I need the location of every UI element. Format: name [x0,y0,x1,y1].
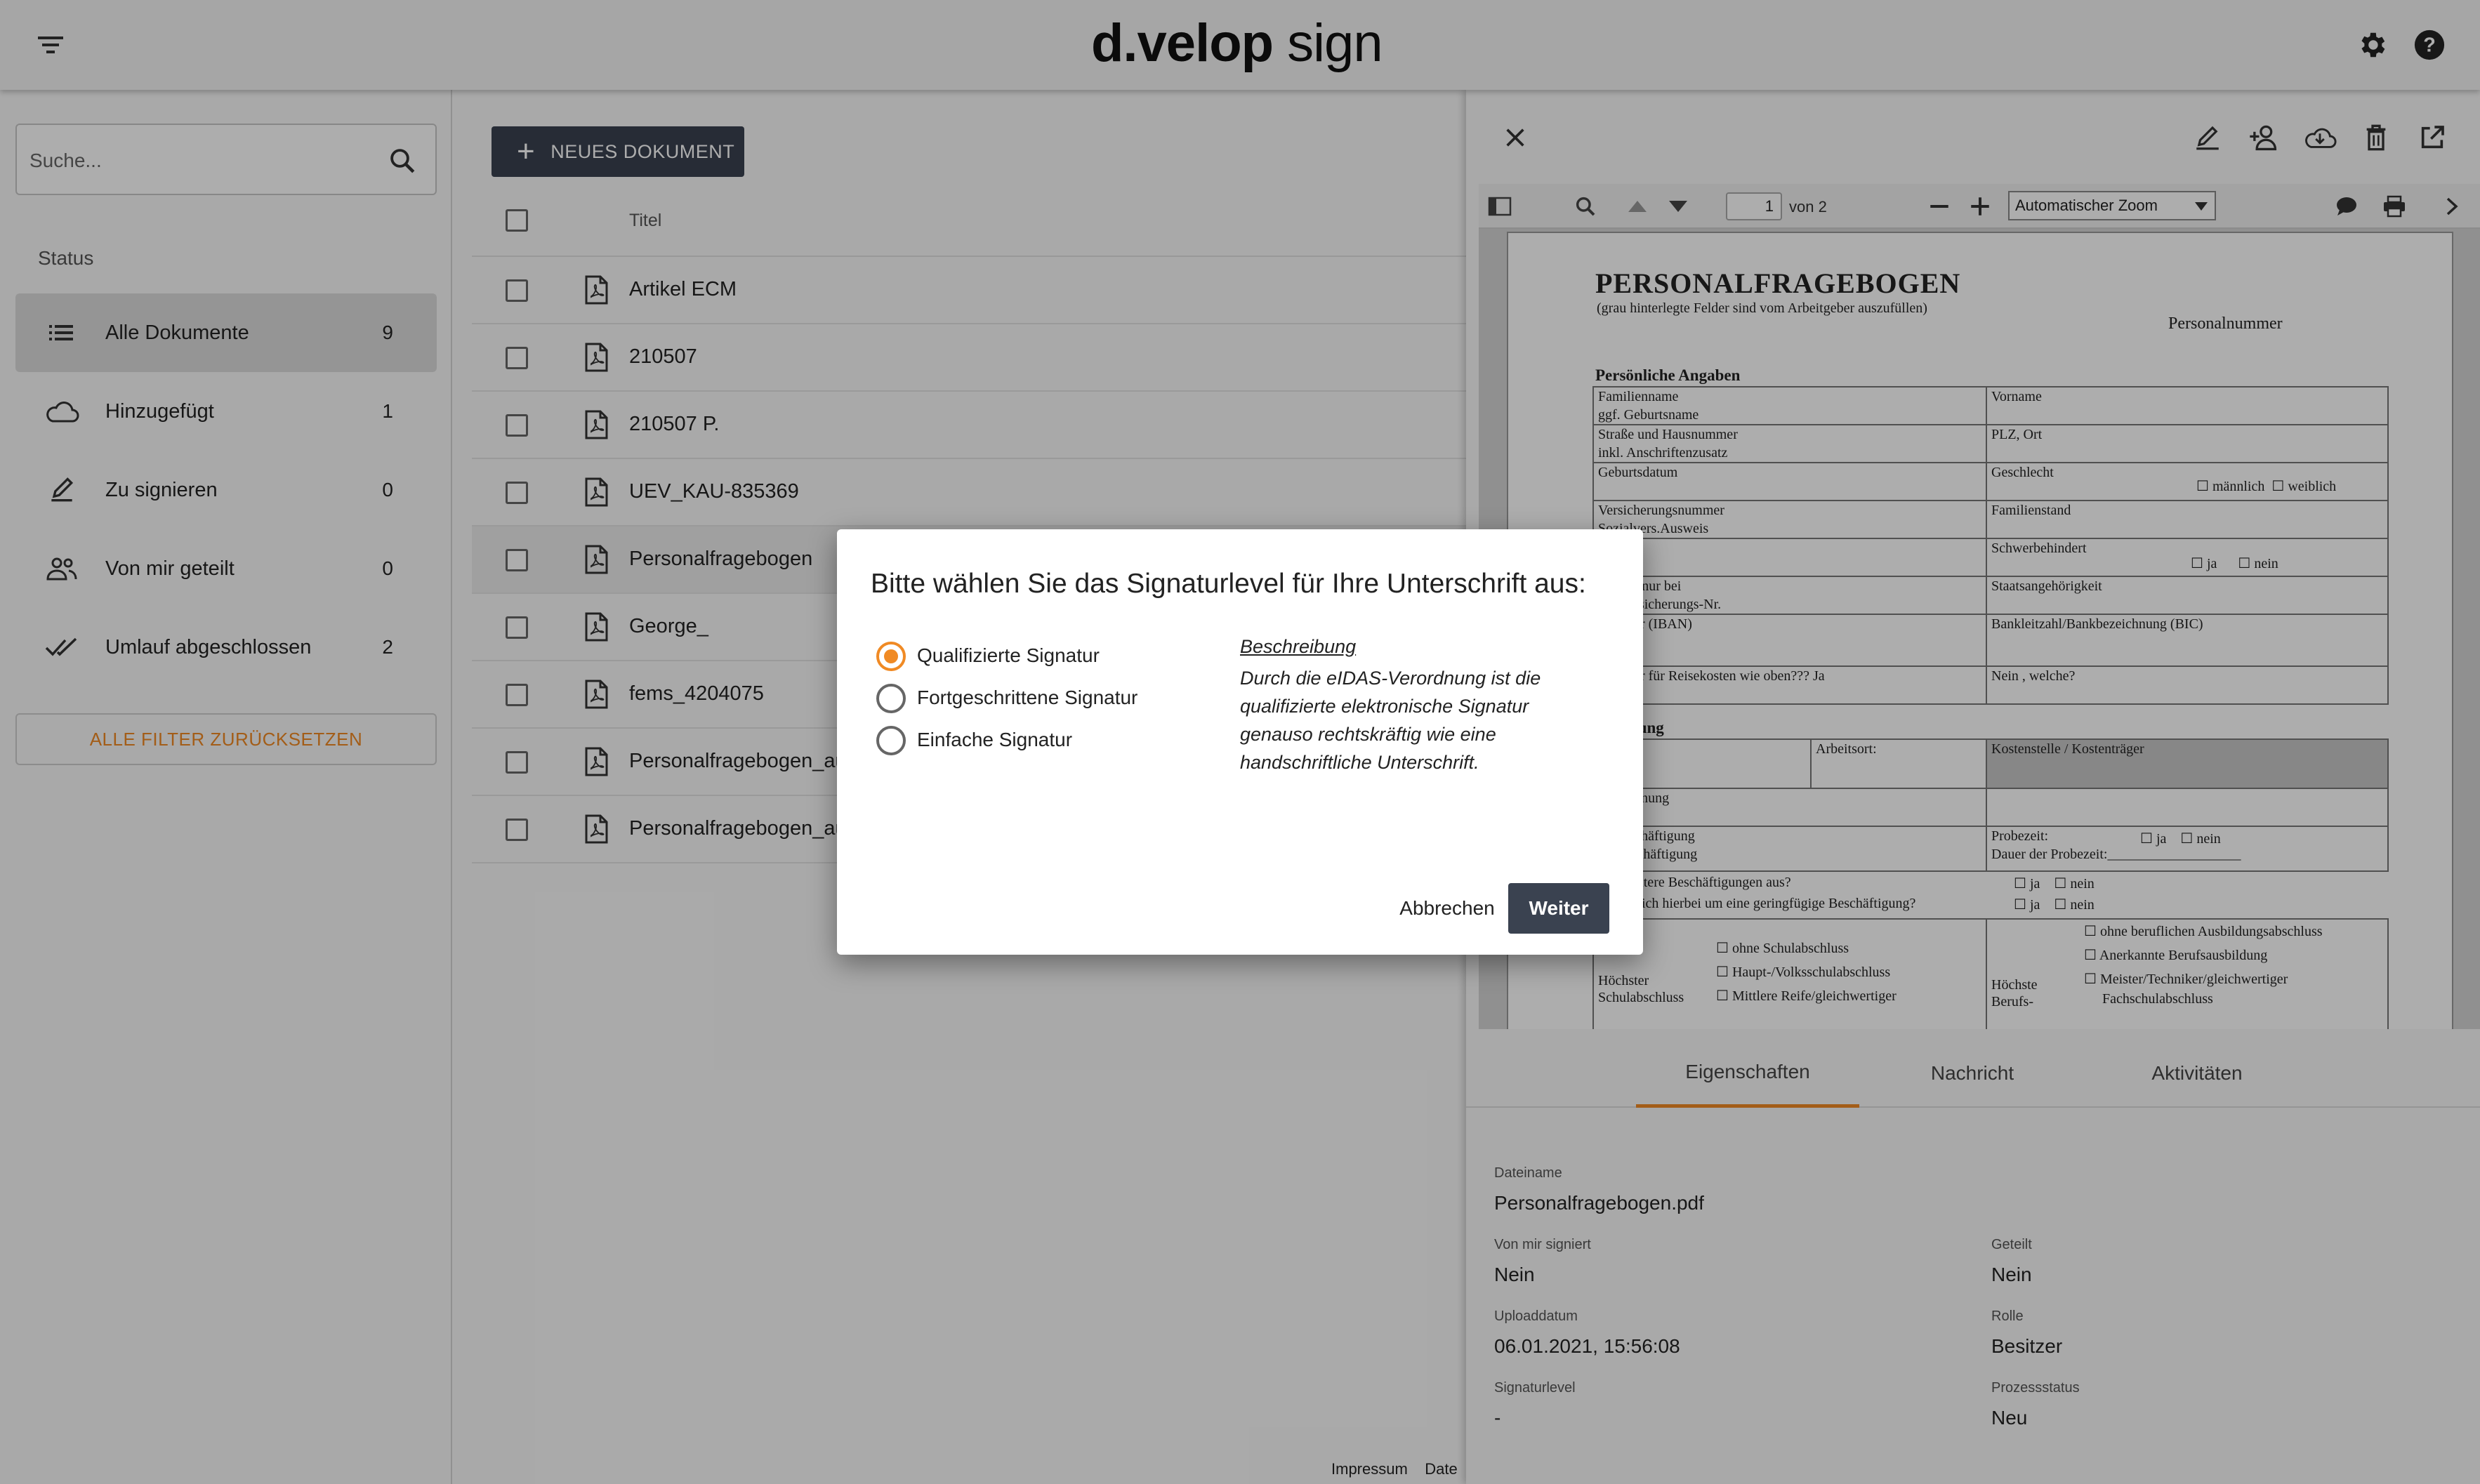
radio-label[interactable]: Einfache Signatur [917,729,1072,751]
description-heading: Beschreibung [1240,636,1357,657]
cancel-button[interactable]: Abbrechen [1371,883,1524,934]
radio-advanced-signature[interactable] [876,684,906,713]
radio-label[interactable]: Fortgeschrittene Signatur [917,687,1137,709]
radio-label[interactable]: Qualifizierte Signatur [917,644,1100,667]
dialog-title: Bitte wählen Sie das Signaturlevel für I… [871,569,1586,599]
signature-level-dialog: Bitte wählen Sie das Signaturlevel für I… [837,529,1643,955]
radio-simple-signature[interactable] [876,726,906,755]
radio-qualified-signature[interactable] [876,642,906,671]
description-text: Durch die eIDAS-Verordnung ist die quali… [1240,668,1541,773]
next-button[interactable]: Weiter [1508,883,1609,934]
